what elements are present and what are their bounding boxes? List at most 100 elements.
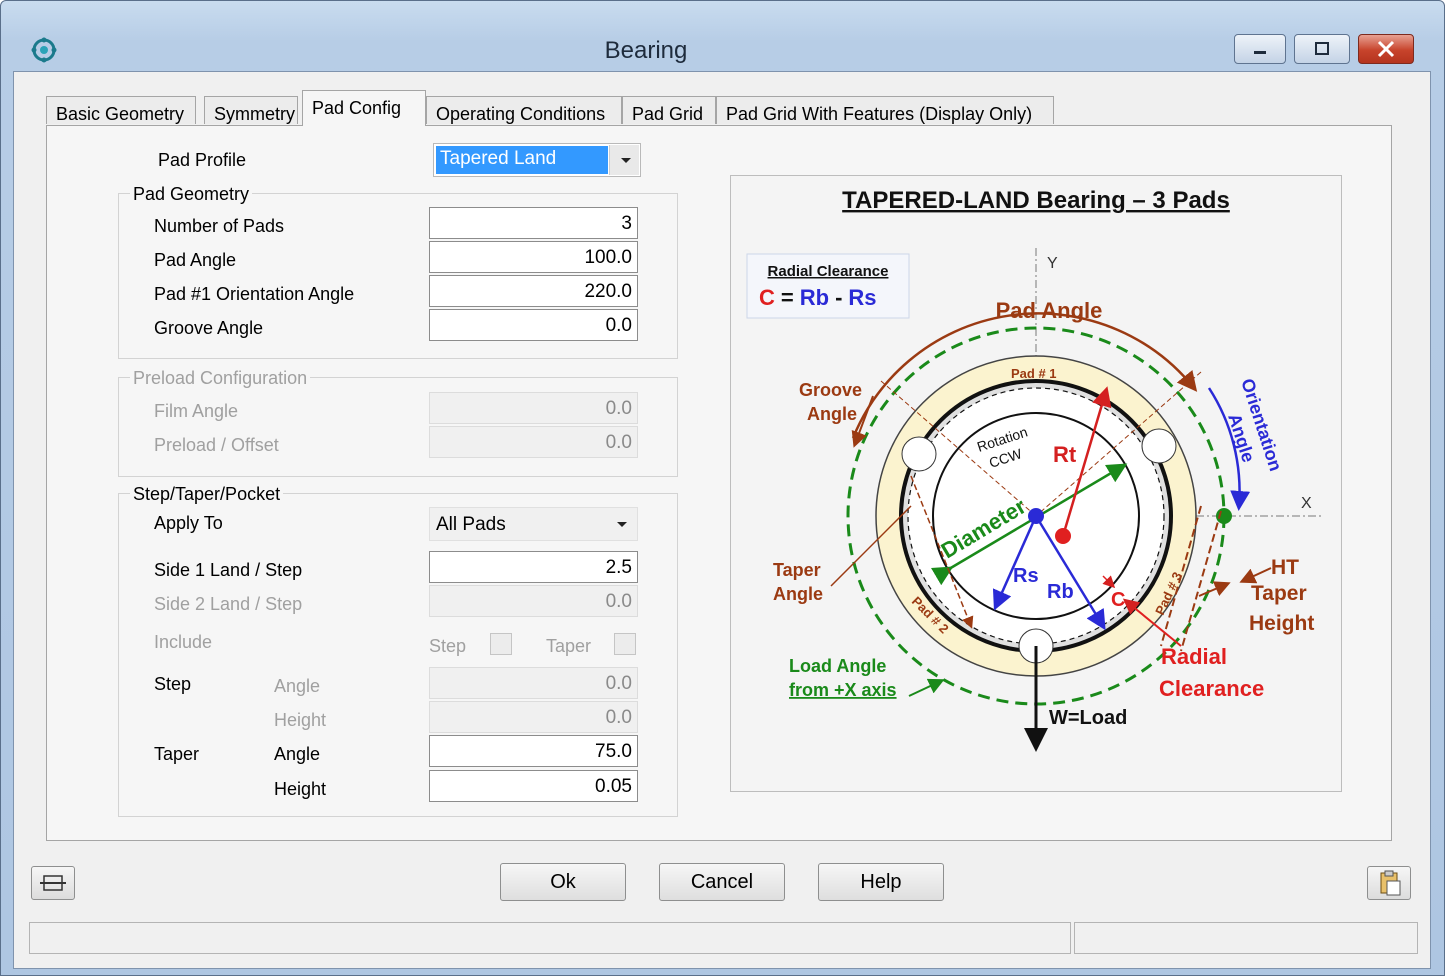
- preload-offset-label: Preload / Offset: [154, 435, 279, 455]
- groove-1: [901, 436, 937, 472]
- load-angle-arrow: [908, 678, 945, 697]
- pad-profile-label: Pad Profile: [158, 150, 247, 170]
- include-step-label: Step: [429, 636, 467, 656]
- side2-label: Side 2 Land / Step: [154, 594, 303, 614]
- ht-label-1: HT: [1271, 556, 1299, 579]
- tab-pad-config[interactable]: Pad Config: [302, 90, 426, 126]
- tab-pad-grid[interactable]: Pad Grid: [622, 96, 716, 124]
- tab-operating-conditions[interactable]: Operating Conditions: [426, 96, 622, 124]
- apply-to-select[interactable]: All Pads: [429, 507, 638, 541]
- groove-label-2: Angle: [807, 404, 857, 424]
- pad-profile-select[interactable]: Tapered Land: [433, 143, 641, 177]
- maximize-button[interactable]: [1294, 34, 1350, 64]
- tab-symmetry[interactable]: Symmetry: [204, 96, 298, 124]
- step-label: Step: [154, 674, 192, 694]
- rs-label: Rs: [1013, 565, 1039, 587]
- rt-center: [1055, 528, 1071, 544]
- radial-clearance-label-2: Clearance: [1159, 676, 1264, 701]
- groove-angle-field[interactable]: 0.0: [429, 309, 638, 341]
- step-angle-field[interactable]: 0.0: [429, 667, 638, 699]
- include-taper-checkbox[interactable]: [614, 633, 636, 655]
- pin-icon: [40, 875, 66, 891]
- load-label: W=Load: [1049, 707, 1127, 729]
- pad-geometry-title: Pad Geometry: [130, 183, 253, 205]
- step-height-label: Height: [274, 710, 327, 730]
- ht-arrow-1: [1239, 567, 1272, 584]
- minimize-icon: [1254, 51, 1266, 54]
- number-of-pads-label: Number of Pads: [154, 216, 285, 236]
- groove-label-1: Groove: [799, 380, 862, 400]
- taper-angle-field[interactable]: 75.0: [429, 735, 638, 767]
- bearing-diagram: TAPERED-LAND Bearing – 3 Pads Radial Cle…: [730, 175, 1342, 792]
- help-button[interactable]: Help: [818, 863, 944, 901]
- include-step-checkbox[interactable]: [490, 633, 512, 655]
- include-taper-label: Taper: [546, 636, 592, 656]
- taper-angle-label-1: Taper: [773, 560, 821, 580]
- preload-offset-field[interactable]: 0.0: [429, 426, 638, 458]
- y-axis-label: Y: [1047, 255, 1058, 272]
- pad-angle-label: Pad Angle: [996, 298, 1103, 323]
- step-height-field[interactable]: 0.0: [429, 701, 638, 733]
- dialog-client: Basic Geometry Symmetry Pad Config Opera…: [13, 71, 1431, 969]
- window-title: Bearing: [604, 37, 688, 64]
- bearing-diagram-svg: TAPERED-LAND Bearing – 3 Pads Radial Cle…: [746, 187, 1321, 752]
- load-angle-label-1: Load Angle: [789, 656, 886, 676]
- clearance-box-title: Radial Clearance: [768, 263, 889, 280]
- status-pane-2: [1074, 922, 1418, 954]
- apply-to-value: All Pads: [436, 514, 506, 535]
- bearing-window: Bearing Basic Geometry Symmetry Pad Conf…: [0, 0, 1445, 976]
- taper-label: Taper: [154, 744, 200, 764]
- ht-arrow-2: [1198, 581, 1231, 597]
- bearing-center: [1028, 508, 1044, 524]
- taper-angle-label: Angle: [274, 744, 321, 764]
- rb-label: Rb: [1047, 581, 1074, 603]
- pin-button[interactable]: [31, 866, 75, 900]
- ht-label-3: Height: [1249, 612, 1314, 635]
- number-of-pads-field[interactable]: 3: [429, 207, 638, 239]
- paste-button[interactable]: [1367, 866, 1411, 900]
- film-angle-field[interactable]: 0.0: [429, 392, 638, 424]
- groove-2: [1141, 428, 1177, 464]
- preload-title: Preload Configuration: [130, 367, 311, 389]
- pad-angle-label: Pad Angle: [154, 250, 237, 270]
- chevron-down-icon[interactable]: [609, 145, 639, 175]
- chevron-down-icon[interactable]: [606, 509, 636, 539]
- tab-basic-geometry[interactable]: Basic Geometry: [46, 96, 196, 124]
- orientation-marker: [1216, 508, 1232, 524]
- load-angle-label-2: from +X axis: [789, 680, 897, 700]
- x-axis-label: X: [1301, 495, 1312, 512]
- taper-height-label: Height: [274, 779, 327, 799]
- tab-pad-grid-features[interactable]: Pad Grid With Features (Display Only): [716, 96, 1054, 124]
- ht-label-2: Taper: [1251, 582, 1307, 605]
- status-pane-1: [29, 922, 1071, 954]
- rt-label: Rt: [1053, 442, 1077, 467]
- taper-angle-label-2: Angle: [773, 584, 823, 604]
- close-icon: [1377, 40, 1395, 58]
- close-button[interactable]: [1358, 34, 1414, 64]
- title-bar[interactable]: Bearing: [1, 1, 1444, 67]
- pad-profile-value: Tapered Land: [436, 146, 608, 174]
- step-taper-title: Step/Taper/Pocket: [130, 483, 284, 505]
- apply-to-label: Apply To: [154, 513, 223, 533]
- step-angle-label: Angle: [274, 676, 321, 696]
- side1-field[interactable]: 2.5: [429, 551, 638, 583]
- side2-field[interactable]: 0.0: [429, 585, 638, 617]
- orientation-angle-label: Pad #1 Orientation Angle: [154, 284, 355, 304]
- c-label: C: [1111, 589, 1125, 611]
- ok-button[interactable]: Ok: [500, 863, 626, 901]
- diagram-title: TAPERED-LAND Bearing – 3 Pads: [842, 187, 1230, 214]
- taper-height-field[interactable]: 0.05: [429, 770, 638, 802]
- clipboard-icon: [1380, 870, 1401, 896]
- radial-clearance-label-1: Radial: [1161, 644, 1227, 669]
- pad1-label: Pad # 1: [1011, 366, 1057, 381]
- minimize-button[interactable]: [1234, 34, 1286, 64]
- film-angle-label: Film Angle: [154, 401, 239, 421]
- step-taper-group: [118, 493, 678, 817]
- maximize-icon: [1315, 42, 1329, 55]
- orientation-angle-field[interactable]: 220.0: [429, 275, 638, 307]
- side1-label: Side 1 Land / Step: [154, 560, 303, 580]
- include-label: Include: [154, 632, 213, 652]
- pad-angle-field[interactable]: 100.0: [429, 241, 638, 273]
- groove-angle-label: Groove Angle: [154, 318, 264, 338]
- cancel-button[interactable]: Cancel: [659, 863, 785, 901]
